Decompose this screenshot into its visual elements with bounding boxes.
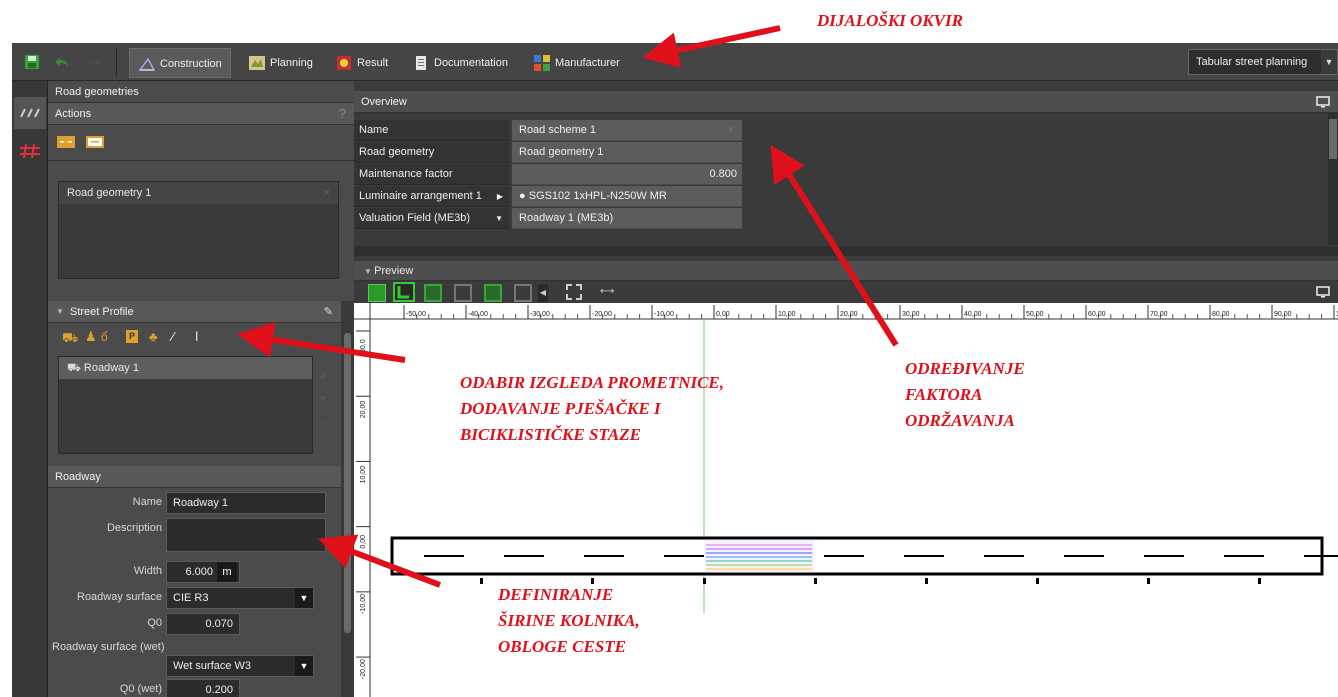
annotation-arrows xyxy=(237,25,899,588)
annotation-line: OBLOGE CESTE xyxy=(498,637,626,656)
annotation-line: ODRŽAVANJA xyxy=(905,411,1015,430)
arrow-dialog xyxy=(642,25,781,68)
arrow-maintenance xyxy=(770,144,899,347)
arrow-width xyxy=(318,534,442,588)
annotation-line: FAKTORA xyxy=(905,385,983,404)
annotation-maintenance: ODREĐIVANJE FAKTORA ODRŽAVANJA xyxy=(905,356,1025,434)
arrow-profile xyxy=(237,321,406,363)
annotation-line: ODABIR IZGLEDA PROMETNICE, xyxy=(460,373,725,392)
annotation-line: ODREĐIVANJE xyxy=(905,359,1025,378)
screenshot-root: DIJALOŠKI OKVIR Construction Planning Re… xyxy=(0,0,1338,697)
annotation-profile: ODABIR IZGLEDA PROMETNICE, DODAVANJE PJE… xyxy=(460,370,724,448)
annotation-line: DODAVANJE PJEŠAČKE I xyxy=(460,399,661,418)
annotation-line: BICIKLISTIČKE STAZE xyxy=(460,425,641,444)
annotation-line: DEFINIRANJE xyxy=(498,585,614,604)
annotation-width: DEFINIRANJE ŠIRINE KOLNIKA, OBLOGE CESTE xyxy=(498,582,640,660)
annotation-line: ŠIRINE KOLNIKA, xyxy=(498,611,640,630)
